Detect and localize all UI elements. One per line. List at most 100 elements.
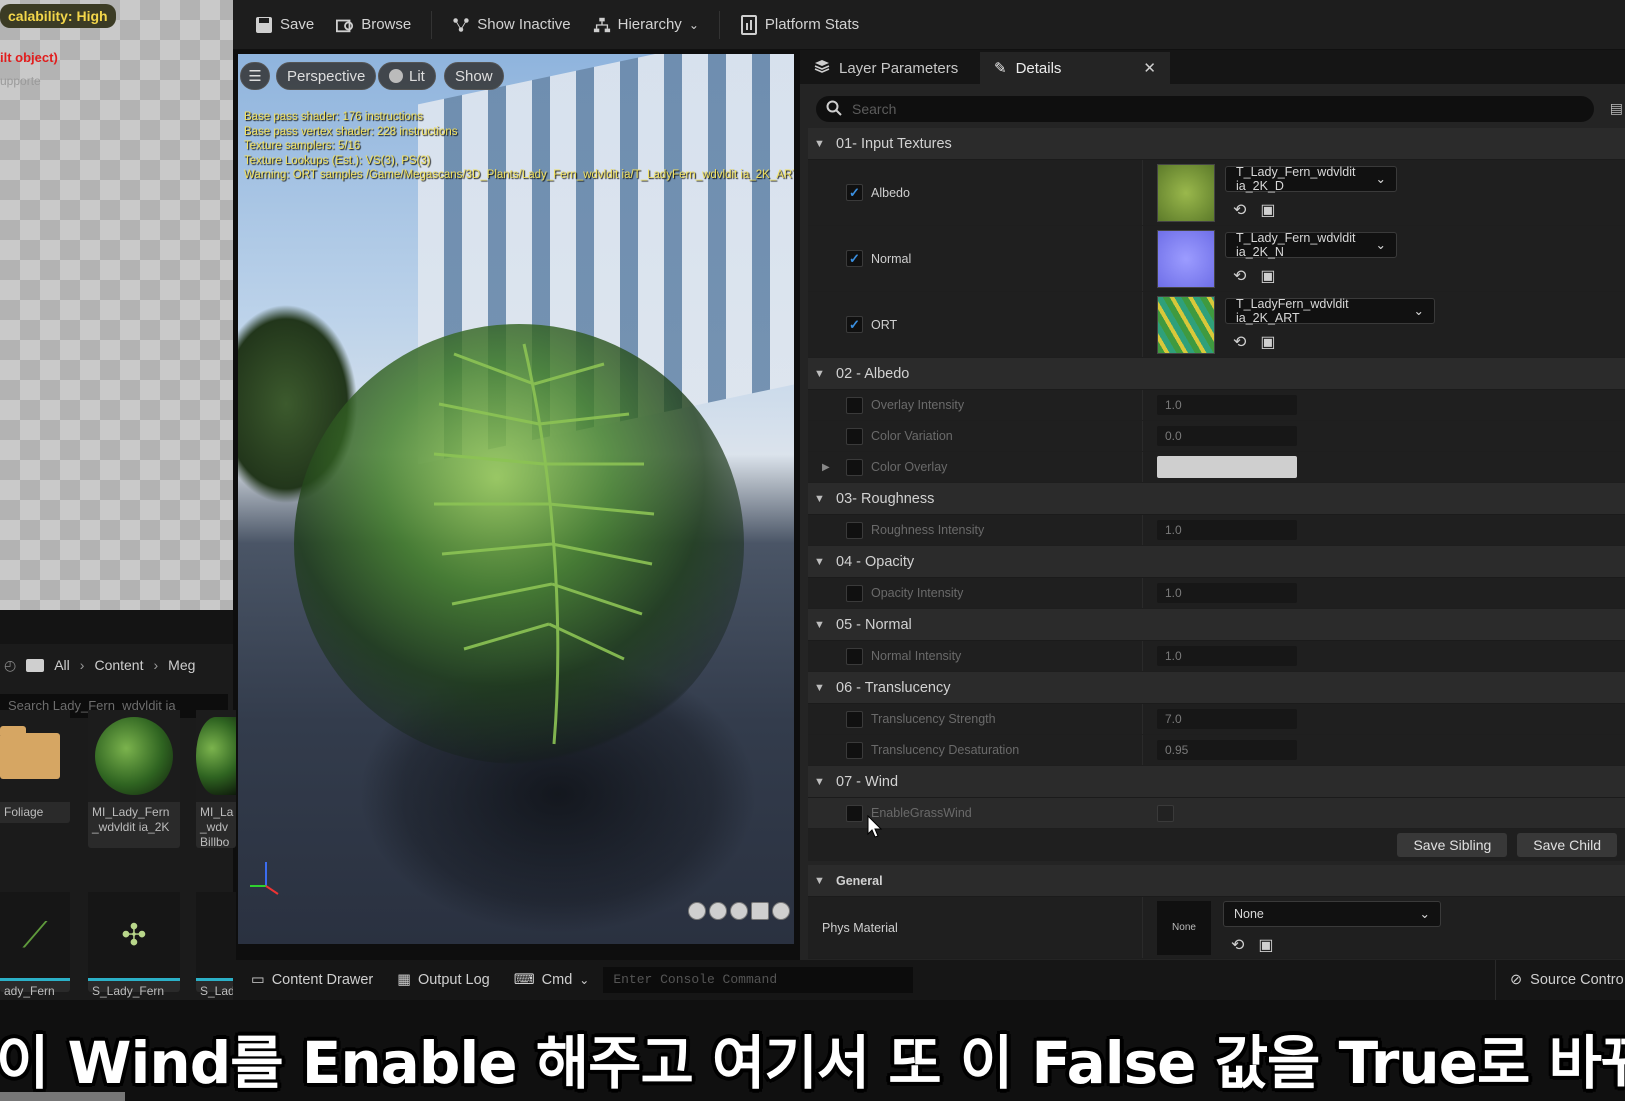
details-search-input[interactable]: Search [816, 96, 1594, 122]
cylinder-icon[interactable] [688, 902, 706, 920]
stats-line: Texture samplers: 5/16 [244, 140, 361, 152]
property-name: ✓ Albedo [808, 160, 1143, 225]
browse-asset-icon[interactable]: ▣ [1260, 332, 1275, 352]
override-checkbox[interactable]: ✓ [846, 250, 863, 267]
use-selected-icon[interactable]: ⟲ [1231, 935, 1244, 955]
platform-stats-button[interactable]: Platform Stats [732, 10, 867, 40]
layers-icon [814, 58, 830, 78]
mesh-thumbnail: ⟋ [0, 892, 70, 978]
phys-material-thumbnail[interactable]: None [1157, 900, 1211, 955]
console-command-input[interactable]: Enter Console Command [603, 967, 914, 993]
asset-static-mesh[interactable]: ⟋ ady_Fern [0, 892, 70, 998]
translucency-strength-input[interactable]: 7.0 [1157, 709, 1297, 729]
browse-button[interactable]: Browse [328, 10, 419, 40]
override-checkbox[interactable] [846, 647, 863, 665]
category-normal[interactable]: ▼ 05 - Normal [808, 609, 1625, 641]
show-label: Show [455, 67, 493, 85]
save-child-button[interactable]: Save Child [1517, 833, 1617, 857]
perspective-button[interactable]: Perspective [276, 62, 377, 90]
texture-row-normal: ✓ Normal T_Lady_Fern_wdvldit ia_2K_N ⌄ ⟲… [808, 226, 1625, 292]
show-inactive-button[interactable]: Show Inactive [444, 10, 578, 40]
close-icon[interactable]: ✕ [1143, 59, 1156, 77]
category-wind[interactable]: ▼ 07 - Wind [808, 766, 1625, 798]
category-albedo[interactable]: ▼ 02 - Albedo [808, 358, 1625, 390]
texture-thumbnail[interactable] [1157, 295, 1215, 354]
viewport-menu-button[interactable]: ☰ [240, 62, 270, 90]
lit-button[interactable]: Lit [378, 62, 436, 90]
category-input-textures[interactable]: ▼ 01- Input Textures [808, 128, 1625, 160]
show-button[interactable]: Show [444, 62, 504, 90]
category-translucency[interactable]: ▼ 06 - Translucency [808, 672, 1625, 704]
breadcrumb-megascans[interactable]: Meg [168, 657, 195, 673]
expand-arrow-icon[interactable]: ▶ [822, 462, 846, 473]
texture-thumbnail[interactable] [1157, 229, 1215, 288]
plane-icon[interactable] [730, 902, 748, 920]
cmd-dropdown[interactable]: ⌨ Cmd ⌄ [504, 966, 600, 994]
browse-asset-icon[interactable]: ▣ [1260, 266, 1275, 286]
use-selected-icon[interactable]: ⟲ [1233, 266, 1246, 286]
asset-material-instance[interactable]: MI_Lady_Fern _wdvldit ia_2K [88, 710, 180, 848]
source-control-icon: ⊘ [1510, 972, 1523, 988]
output-log-button[interactable]: ▦ Output Log [387, 966, 499, 994]
tab-details[interactable]: ✎ Details ✕ [980, 52, 1170, 84]
translucency-desaturation-input[interactable]: 0.95 [1157, 740, 1297, 760]
override-checkbox[interactable] [846, 396, 863, 414]
color-swatch[interactable] [1157, 456, 1297, 478]
category-opacity[interactable]: ▼ 04 - Opacity [808, 546, 1625, 578]
override-checkbox[interactable] [846, 521, 863, 539]
stats-line: Texture Lookups (Est.): VS(3), PS(3) [244, 154, 431, 167]
content-drawer-button[interactable]: ▭ Content Drawer [241, 966, 383, 994]
save-sibling-button[interactable]: Save Sibling [1397, 833, 1508, 857]
asset-label: MI_La _wdv Billbo [200, 805, 234, 849]
enable-grass-wind-checkbox[interactable] [1157, 804, 1174, 822]
cube-icon[interactable] [751, 902, 769, 920]
use-selected-icon[interactable]: ⟲ [1233, 332, 1246, 352]
asset-folder-foliage[interactable]: Foliage [0, 710, 70, 823]
texture-asset-dropdown[interactable]: T_Lady_Fern_wdvldit ia_2K_N ⌄ [1225, 231, 1397, 259]
override-checkbox[interactable] [846, 710, 863, 728]
breadcrumb-all[interactable]: All [54, 657, 70, 673]
asset-material-instance-billboard[interactable]: MI_La _wdv Billbo [196, 710, 236, 849]
folder-icon [26, 658, 45, 672]
asset-static-mesh[interactable]: S_Lady_Fern [196, 892, 272, 998]
background-level-viewport[interactable]: calability: High ilt object) upporte [0, 0, 233, 610]
override-checkbox[interactable] [846, 427, 863, 445]
sphere-icon[interactable] [709, 902, 727, 920]
terminal-icon: ⌨ [513, 972, 535, 988]
property-name: Translucency Desaturation [808, 735, 1143, 765]
shader-stats: Base pass shader: 176 instructions Base … [244, 110, 794, 183]
texture-asset-dropdown[interactable]: T_LadyFern_wdvldit ia_2K_ART ⌄ [1225, 297, 1435, 325]
asset-static-mesh[interactable]: ✣ S_Lady_Fern [88, 892, 180, 998]
save-button[interactable]: Save [247, 10, 322, 40]
override-checkbox[interactable]: ✓ [846, 184, 863, 201]
teapot-icon[interactable] [772, 902, 790, 920]
history-icon[interactable]: ◴ [4, 657, 16, 674]
hierarchy-dropdown[interactable]: Hierarchy ⌄ [585, 10, 707, 40]
opacity-intensity-input[interactable]: 1.0 [1157, 583, 1297, 603]
normal-intensity-input[interactable]: 1.0 [1157, 646, 1297, 666]
content-browser-toolbar [0, 610, 233, 644]
override-checkbox[interactable] [846, 804, 863, 822]
override-checkbox[interactable] [846, 458, 863, 476]
source-control-button[interactable]: ⊘ Source Contro [1495, 960, 1625, 1000]
grid-view-icon[interactable]: ▤ [1610, 100, 1623, 117]
override-checkbox[interactable]: ✓ [846, 316, 863, 333]
use-selected-icon[interactable]: ⟲ [1233, 200, 1246, 220]
roughness-intensity-input[interactable]: 1.0 [1157, 520, 1297, 540]
color-variation-input[interactable]: 0.0 [1157, 426, 1297, 446]
category-roughness[interactable]: ▼ 03- Roughness [808, 483, 1625, 515]
overlay-intensity-input[interactable]: 1.0 [1157, 395, 1297, 415]
category-general[interactable]: ▼ General [808, 865, 1625, 897]
unreal-material-editor: calability: High ilt object) upporte ◴ A… [0, 0, 1625, 1101]
phys-material-dropdown[interactable]: None ⌄ [1223, 900, 1441, 927]
browse-asset-icon[interactable]: ▣ [1260, 200, 1275, 220]
breadcrumb-content[interactable]: Content [94, 657, 143, 673]
warning-text: ilt object) [0, 50, 58, 65]
override-checkbox[interactable] [846, 584, 863, 602]
material-preview-viewport[interactable]: ☰ Perspective Lit Show Base pass shader:… [238, 54, 794, 944]
browse-asset-icon[interactable]: ▣ [1258, 935, 1273, 955]
texture-thumbnail[interactable] [1157, 163, 1215, 222]
texture-asset-dropdown[interactable]: T_Lady_Fern_wdvldit ia_2K_D ⌄ [1225, 165, 1397, 193]
tab-layer-parameters[interactable]: Layer Parameters [800, 52, 980, 84]
override-checkbox[interactable] [846, 741, 863, 759]
